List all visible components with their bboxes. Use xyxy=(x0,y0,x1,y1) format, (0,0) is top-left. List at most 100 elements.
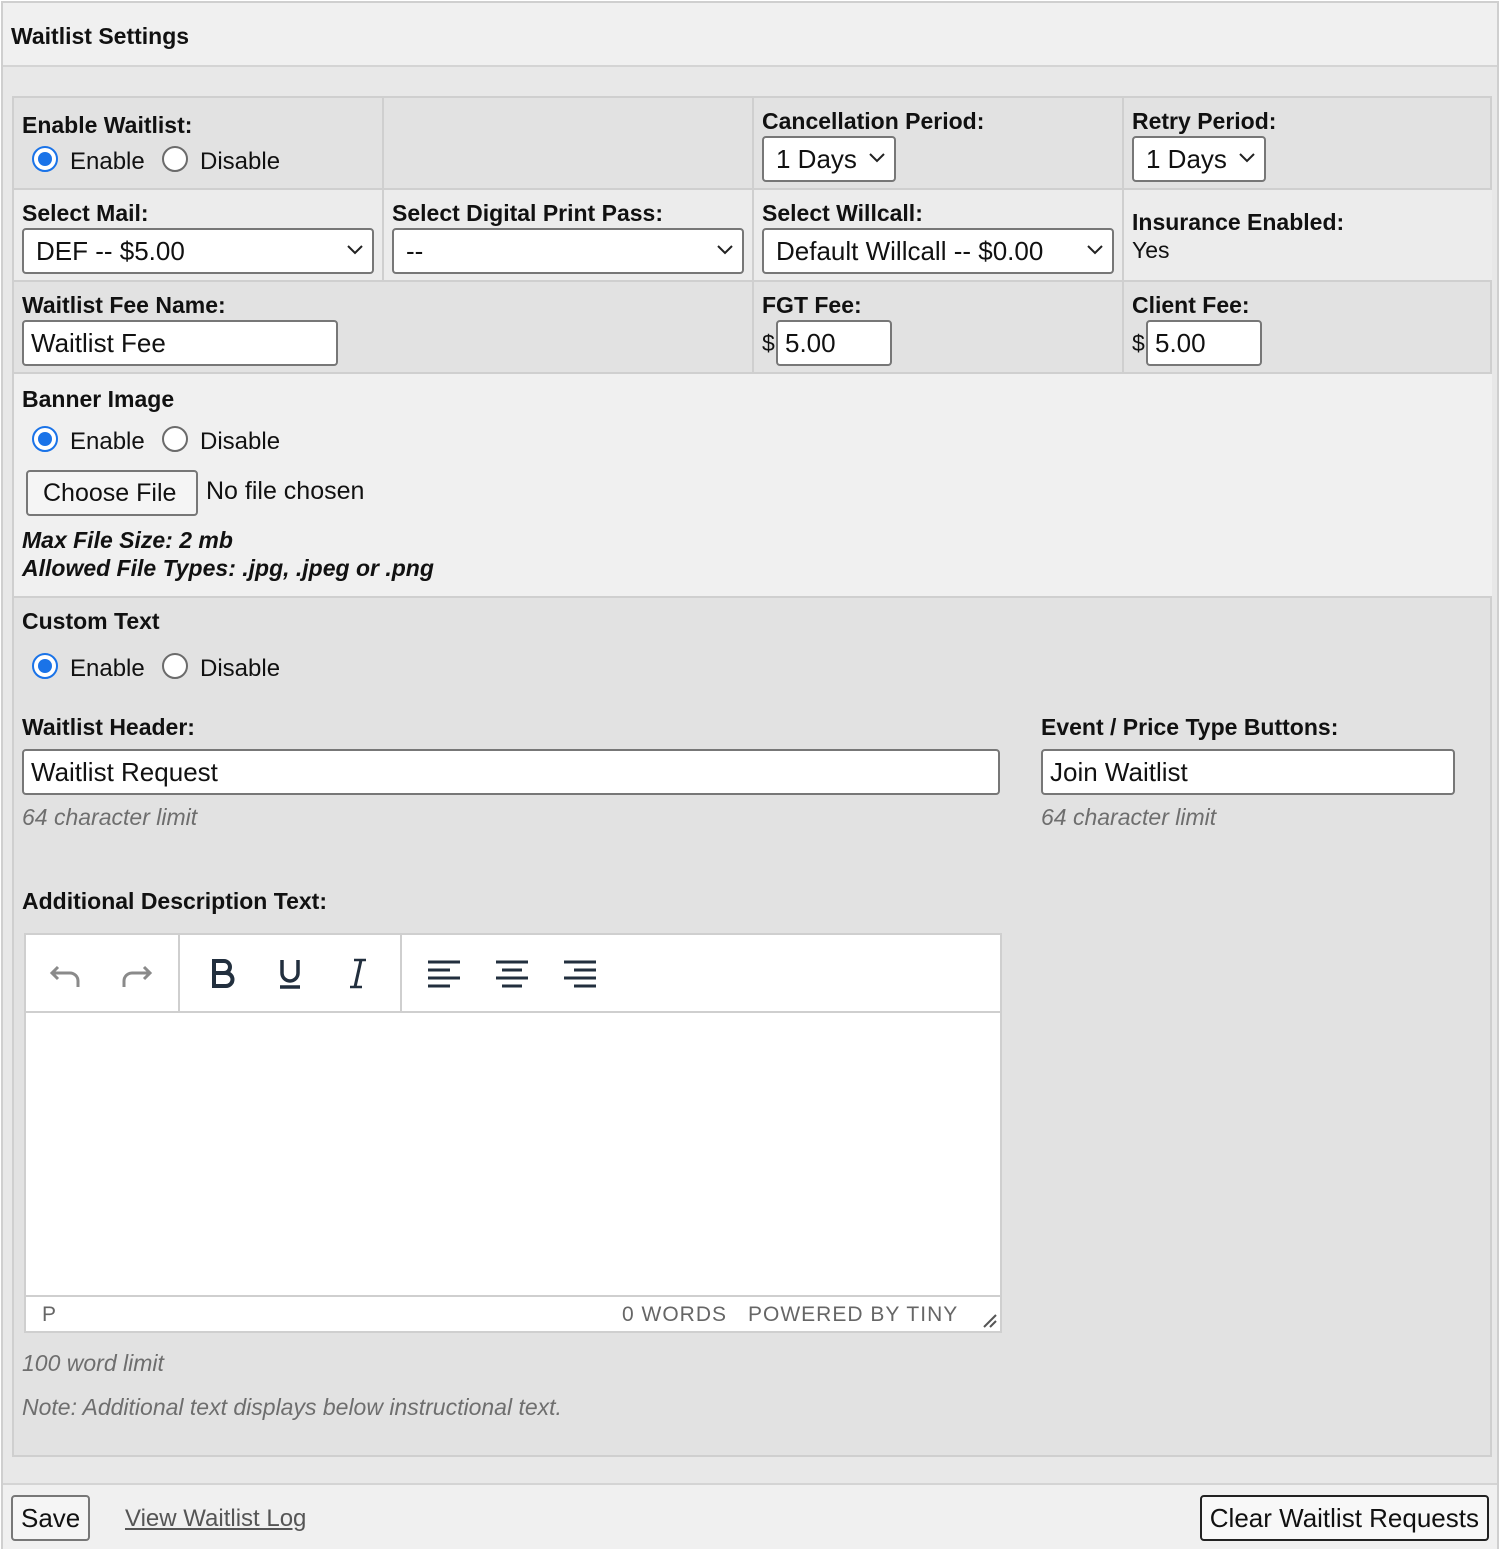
word-count[interactable]: 0 WORDS xyxy=(622,1303,727,1327)
enable-waitlist-cell: Enable Waitlist: Enable Disable xyxy=(14,98,384,190)
chevron-down-icon xyxy=(717,245,733,255)
event-buttons-label: Event / Price Type Buttons: xyxy=(1041,714,1339,740)
enable-waitlist-enable-radio[interactable] xyxy=(32,146,58,172)
waitlist-header-label: Waitlist Header: xyxy=(22,714,195,740)
cancellation-value: 1 Days xyxy=(776,144,857,174)
fgt-fee-input[interactable]: 5.00 xyxy=(776,320,892,366)
insurance-value: Yes xyxy=(1132,237,1170,263)
cancellation-cell: Cancellation Period: 1 Days xyxy=(754,98,1124,190)
client-fee-cell: Client Fee: $ 5.00 xyxy=(1124,282,1492,374)
client-fee-label: Client Fee: xyxy=(1132,292,1250,318)
banner-disable-label: Disable xyxy=(200,428,281,455)
waitlist-header-input[interactable]: Waitlist Request xyxy=(22,749,1000,795)
underline-icon[interactable] xyxy=(270,953,310,993)
print-pass-select[interactable]: -- xyxy=(392,228,744,274)
enable-waitlist-radios: Enable Disable xyxy=(32,146,372,176)
client-fee-input[interactable]: 5.00 xyxy=(1146,320,1262,366)
fgt-fee-label: FGT Fee: xyxy=(762,292,862,318)
custom-text-section: Custom Text Enable Disable Waitlist Head… xyxy=(14,598,1492,1455)
panel-title: Waitlist Settings xyxy=(11,23,190,49)
description-note: Note: Additional text displays below ins… xyxy=(22,1394,562,1420)
banner-radios: Enable Disable xyxy=(32,426,372,456)
panel-footer: Save View Waitlist Log Clear Waitlist Re… xyxy=(3,1483,1497,1549)
editor-toolbar xyxy=(26,935,1000,1013)
fee-name-input[interactable]: Waitlist Fee xyxy=(22,320,338,366)
willcall-select[interactable]: Default Willcall -- $0.00 xyxy=(762,228,1114,274)
fee-name-cell: Waitlist Fee Name: Waitlist Fee xyxy=(14,282,754,374)
print-pass-label: Select Digital Print Pass: xyxy=(392,200,663,226)
banner-enable-radio[interactable] xyxy=(32,426,58,452)
align-center-icon[interactable] xyxy=(492,953,532,993)
save-button[interactable]: Save xyxy=(11,1495,91,1541)
italic-icon[interactable] xyxy=(338,953,378,993)
view-waitlist-log-link[interactable]: View Waitlist Log xyxy=(125,1505,306,1533)
max-file-size: Max File Size: 2 mb xyxy=(22,527,233,553)
banner-disable-radio[interactable] xyxy=(162,426,188,452)
undo-icon[interactable] xyxy=(46,953,86,993)
powered-by-tiny[interactable]: POWERED BY TINY xyxy=(748,1303,958,1327)
clear-waitlist-requests-button[interactable]: Clear Waitlist Requests xyxy=(1199,1495,1489,1541)
custom-text-radios: Enable Disable xyxy=(32,653,372,683)
custom-text-label: Custom Text xyxy=(22,608,160,634)
custom-text-disable-radio[interactable] xyxy=(162,653,188,679)
bold-icon[interactable] xyxy=(202,953,242,993)
allowed-file-types: Allowed File Types: .jpg, .jpeg or .png xyxy=(22,555,434,581)
mail-cell: Select Mail: DEF -- $5.00 xyxy=(14,190,384,282)
willcall-cell: Select Willcall: Default Willcall -- $0.… xyxy=(754,190,1124,282)
fee-name-label: Waitlist Fee Name: xyxy=(22,292,226,318)
print-pass-value: -- xyxy=(406,236,424,266)
mail-label: Select Mail: xyxy=(22,200,149,226)
client-fee-currency: $ xyxy=(1132,330,1145,356)
waitlist-settings-panel: Waitlist Settings Enable Waitlist: Enabl… xyxy=(1,1,1499,1549)
chevron-down-icon xyxy=(1087,245,1103,255)
event-buttons-input[interactable]: Join Waitlist xyxy=(1041,749,1455,795)
chevron-down-icon xyxy=(1239,153,1255,163)
choose-file-button[interactable]: Choose File xyxy=(26,470,198,516)
settings-form: Enable Waitlist: Enable Disable Cancella… xyxy=(12,96,1492,1457)
event-buttons-hint: 64 character limit xyxy=(1041,804,1217,830)
enable-waitlist-enable-label: Enable xyxy=(70,148,145,175)
print-pass-cell: Select Digital Print Pass: -- xyxy=(384,190,754,282)
align-right-icon[interactable] xyxy=(560,953,600,993)
banner-section: Banner Image Enable Disable Choose File … xyxy=(14,374,1492,598)
description-label: Additional Description Text: xyxy=(22,888,327,914)
insurance-label: Insurance Enabled: xyxy=(1132,209,1345,235)
custom-text-enable-radio[interactable] xyxy=(32,653,58,679)
element-path[interactable]: P xyxy=(42,1303,56,1327)
retry-value: 1 Days xyxy=(1146,144,1227,174)
mail-value: DEF -- $5.00 xyxy=(36,236,185,266)
enable-waitlist-disable-radio[interactable] xyxy=(162,146,188,172)
insurance-cell: Insurance Enabled: Yes xyxy=(1124,190,1492,282)
retry-label: Retry Period: xyxy=(1132,108,1277,134)
enable-waitlist-label: Enable Waitlist: xyxy=(22,112,193,138)
file-status: No file chosen xyxy=(206,477,365,505)
redo-icon[interactable] xyxy=(116,953,156,993)
retry-select[interactable]: 1 Days xyxy=(1132,136,1266,182)
fgt-fee-cell: FGT Fee: $ 5.00 xyxy=(754,282,1124,374)
fgt-fee-currency: $ xyxy=(762,330,775,356)
chevron-down-icon xyxy=(347,245,363,255)
custom-text-disable-label: Disable xyxy=(200,655,281,682)
banner-enable-label: Enable xyxy=(70,428,145,455)
mail-select[interactable]: DEF -- $5.00 xyxy=(22,228,374,274)
retry-cell: Retry Period: 1 Days xyxy=(1124,98,1492,190)
toolbar-separator xyxy=(178,935,180,1011)
toolbar-separator xyxy=(400,935,402,1011)
align-left-icon[interactable] xyxy=(424,953,464,993)
editor-content-area[interactable] xyxy=(26,1013,1000,1295)
empty-cell xyxy=(384,98,754,190)
custom-text-enable-label: Enable xyxy=(70,655,145,682)
editor-statusbar: P 0 WORDS POWERED BY TINY xyxy=(26,1295,1000,1331)
waitlist-header-hint: 64 character limit xyxy=(22,804,198,830)
cancellation-select[interactable]: 1 Days xyxy=(762,136,896,182)
chevron-down-icon xyxy=(869,153,885,163)
willcall-value: Default Willcall -- $0.00 xyxy=(776,236,1044,266)
word-limit-hint: 100 word limit xyxy=(22,1350,164,1376)
cancellation-label: Cancellation Period: xyxy=(762,108,985,134)
willcall-label: Select Willcall: xyxy=(762,200,923,226)
resize-handle-icon[interactable] xyxy=(980,1311,998,1329)
banner-label: Banner Image xyxy=(22,386,175,412)
panel-header: Waitlist Settings xyxy=(3,3,1497,67)
rich-text-editor: P 0 WORDS POWERED BY TINY xyxy=(24,933,1002,1333)
enable-waitlist-disable-label: Disable xyxy=(200,148,281,175)
